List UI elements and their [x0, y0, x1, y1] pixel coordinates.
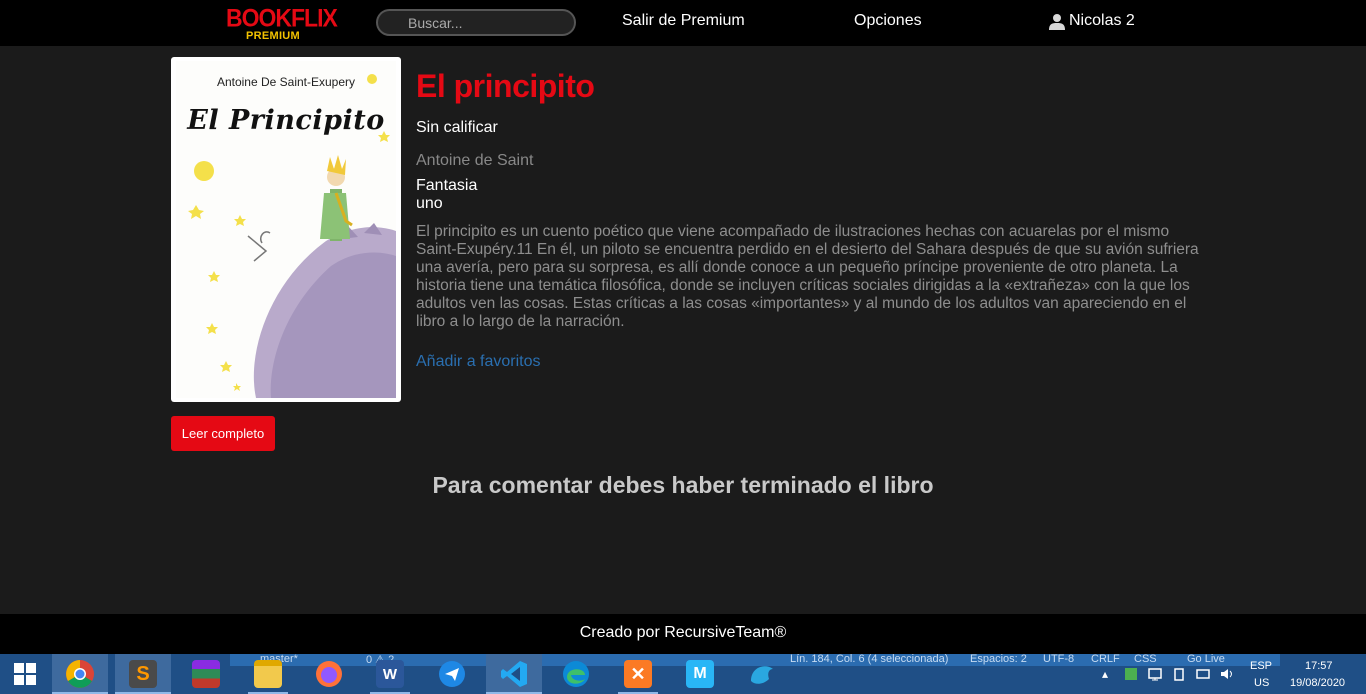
add-favorite-link[interactable]: Añadir a favoritos: [416, 353, 541, 371]
book-cover: Antoine De Saint-Exupery El Principito: [171, 57, 401, 402]
paper-plane-icon: [439, 661, 465, 687]
language-indicator[interactable]: ESP: [1250, 660, 1272, 672]
word-icon: W: [376, 660, 404, 688]
cover-title-text: El Principito: [187, 105, 385, 136]
page-footer: Creado por RecursiveTeam®: [0, 614, 1366, 654]
winrar-icon: [192, 660, 220, 688]
book-title: El principito: [416, 68, 595, 104]
taskbar-blue-app[interactable]: M: [672, 654, 728, 694]
taskbar-file-explorer[interactable]: [240, 654, 296, 694]
comment-restriction-message: Para comentar debes haber terminado el l…: [432, 472, 934, 498]
mountain-app-icon: M: [686, 660, 714, 688]
taskbar-sublime[interactable]: S: [115, 654, 171, 694]
volume-icon[interactable]: [1220, 667, 1234, 681]
search-input[interactable]: [376, 9, 576, 36]
xampp-icon: ✕: [624, 660, 652, 688]
windows-taskbar: master* 0 ⚠ 2 Lín. 184, Col. 6 (4 selecc…: [0, 653, 1366, 694]
book-edition: uno: [416, 195, 443, 212]
bookflix-logo[interactable]: BOOKFLIX PREMIUM: [226, 3, 338, 42]
battery-tray-icon[interactable]: [1172, 667, 1186, 681]
go-live-button[interactable]: Go Live: [1187, 653, 1225, 665]
firefox-icon: [316, 661, 342, 687]
taskbar-edge[interactable]: [548, 654, 604, 694]
file-encoding[interactable]: UTF-8: [1043, 653, 1074, 665]
user-icon: [1049, 13, 1065, 30]
region-indicator[interactable]: US: [1254, 677, 1269, 689]
taskbar-winrar[interactable]: [178, 654, 234, 694]
taskbar-xampp[interactable]: ✕: [610, 654, 666, 694]
user-menu[interactable]: Nicolas 2: [1049, 12, 1135, 30]
folder-icon: [254, 660, 282, 688]
language-mode[interactable]: CSS: [1134, 653, 1157, 665]
logo-text: BOOKFLIX: [226, 3, 338, 33]
edge-icon: [563, 661, 589, 687]
book-synopsis: El principito es un cuento poético que v…: [416, 223, 1199, 330]
cursor-position[interactable]: Lín. 184, Col. 6 (4 seleccionada): [790, 653, 948, 665]
wifi-tray-icon[interactable]: [1196, 667, 1210, 681]
book-author: Antoine de Saint: [416, 152, 534, 169]
taskbar-paper-plane-app[interactable]: [424, 654, 480, 694]
exit-premium-link[interactable]: Salir de Premium: [622, 12, 745, 30]
tray-expand-icon[interactable]: ▴: [1102, 667, 1108, 681]
book-rating: Sin calificar: [416, 119, 498, 136]
sublime-icon: S: [129, 660, 157, 688]
line-ending[interactable]: CRLF: [1091, 653, 1120, 665]
taskbar-mysql-workbench[interactable]: [734, 654, 790, 694]
taskbar-firefox[interactable]: [301, 654, 357, 694]
windows-icon: [14, 663, 36, 685]
cover-author-text: Antoine De Saint-Exupery: [216, 75, 356, 89]
chrome-icon: [66, 660, 94, 688]
vscode-icon: [501, 661, 527, 687]
logo-premium-text: PREMIUM: [245, 30, 301, 42]
read-full-button[interactable]: Leer completo: [171, 416, 275, 451]
network-tray-icon[interactable]: [1148, 667, 1162, 681]
top-navbar: BOOKFLIX PREMIUM Salir de Premium Opcion…: [0, 0, 1366, 46]
user-name: Nicolas 2: [1069, 12, 1135, 29]
footer-credit: Creado por RecursiveTeam®: [579, 624, 787, 641]
taskbar-vscode[interactable]: [486, 654, 542, 694]
book-genre: Fantasia: [416, 177, 478, 194]
security-tray-icon[interactable]: [1124, 667, 1138, 681]
taskbar-chrome[interactable]: [52, 654, 108, 694]
clock-time[interactable]: 17:57: [1305, 660, 1333, 672]
indent-spaces[interactable]: Espacios: 2: [970, 653, 1027, 665]
cover-image: Antoine De Saint-Exupery El Principito: [176, 61, 396, 398]
clock-date[interactable]: 19/08/2020: [1290, 677, 1345, 689]
windows-start-button[interactable]: [0, 654, 50, 694]
options-link[interactable]: Opciones: [854, 12, 922, 30]
dolphin-icon: [751, 666, 773, 684]
taskbar-word[interactable]: W: [362, 654, 418, 694]
